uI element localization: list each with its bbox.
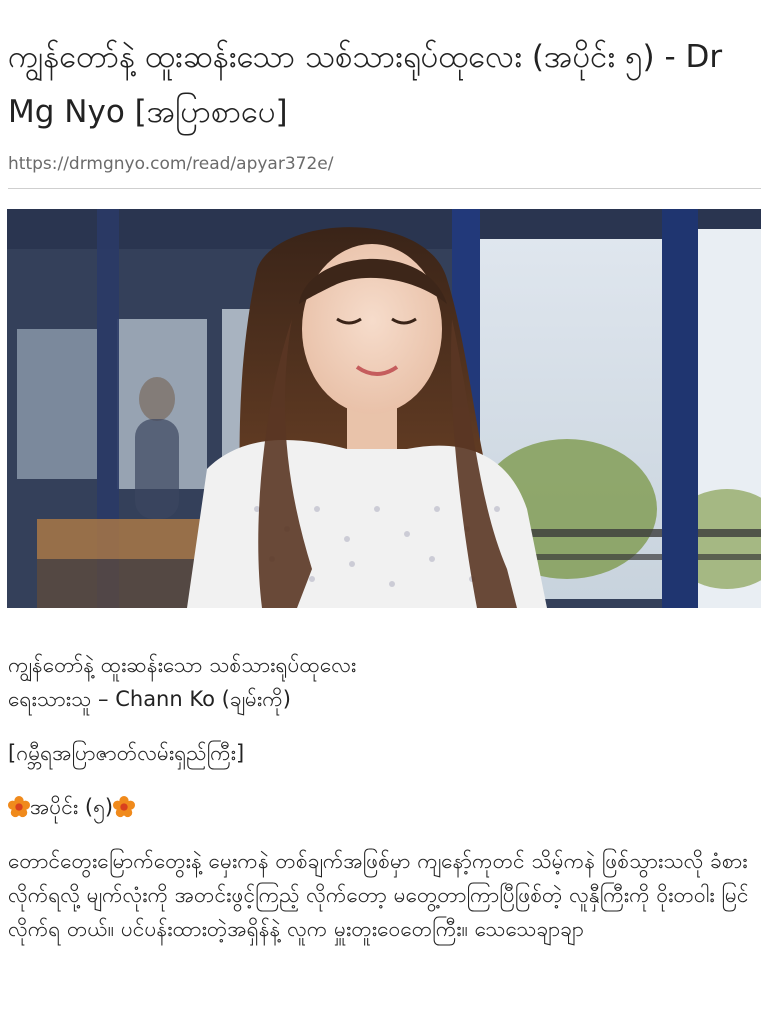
story-title: ကျွန်တော်နဲ့ ထူးဆန်းသော သစ်သားရုပ်ထုလေး xyxy=(8,653,357,677)
hero-image[interactable] xyxy=(7,209,761,608)
divider xyxy=(8,188,761,189)
part-label: အပိုင်း (၅) xyxy=(30,795,114,819)
flower-emoji-icon xyxy=(8,796,30,818)
article-url-link[interactable]: https://drmgnyo.com/read/apyar372e/ xyxy=(8,150,333,178)
part-heading: အပိုင်း (၅) xyxy=(8,790,760,824)
author-line: ရေးသားသူ – Chann Ko (ချမ်းကို) xyxy=(8,687,291,711)
story-body: တောင်တွေးမြောက်တွေးနဲ့ မှေးကနဲ တစ်ချက်အဖ… xyxy=(8,849,749,941)
flower-emoji-icon xyxy=(113,796,136,818)
article-content: ကျွန်တော်နဲ့ ထူးဆန်းသော သစ်သားရုပ်ထုလေး … xyxy=(8,648,760,946)
article-title: ကျွန်တော်နဲ့ ထူးဆန်းသော သစ်သားရုပ်ထုလေး … xyxy=(8,39,723,130)
genre-line: [ဂမ္ဘီရအပြာဇာတ်လမ်းရှည်ကြီး] xyxy=(8,741,245,765)
article-page: ကျွန်တော်နဲ့ ထူးဆန်းသော သစ်သားရုပ်ထုလေး … xyxy=(0,0,768,1024)
